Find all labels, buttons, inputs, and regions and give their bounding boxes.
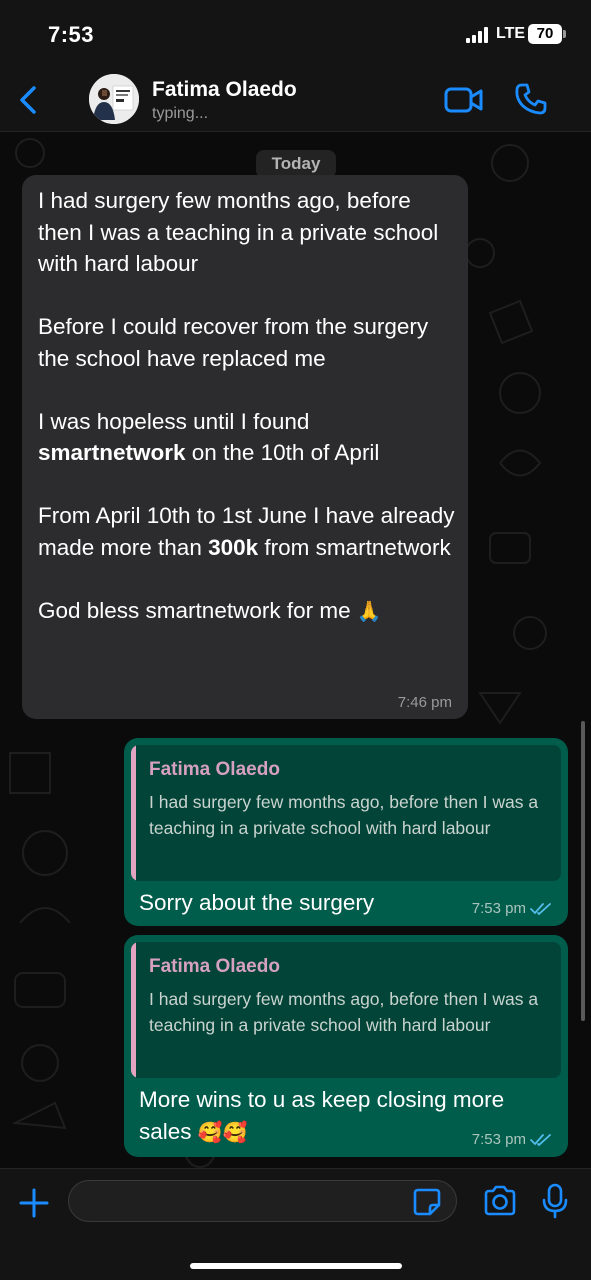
message-timestamp: 7:53 pm (471, 900, 526, 917)
message-meta: 7:53 pm (472, 900, 552, 917)
message-paragraph: I had surgery few months ago, before the… (38, 188, 445, 276)
scrollbar[interactable] (581, 721, 585, 1021)
chat-area[interactable]: Today I had surgery few months ago, befo… (0, 133, 591, 1168)
chat-header: Fatima Olaedo typing... (0, 68, 591, 132)
reply-text: Sorry about the surgery (139, 890, 375, 915)
message-paragraph: Before I could recover from the surgery … (38, 314, 435, 371)
quoted-message-text: I had surgery few months ago, before the… (149, 989, 539, 1035)
message-paragraph: from smartnetwork (258, 534, 451, 560)
phone-icon (515, 83, 547, 115)
quoted-reply[interactable]: Fatima Olaedo I had surgery few months a… (131, 745, 561, 881)
avatar[interactable] (89, 74, 139, 124)
status-bar: 7:53 LTE 70 (0, 0, 591, 68)
message-input[interactable] (68, 1180, 457, 1222)
bold-text: 300k (208, 534, 259, 560)
network-type: LTE (496, 25, 526, 42)
microphone-button[interactable] (542, 1183, 568, 1219)
signal-strength-icon (466, 27, 490, 43)
outgoing-message-bubble[interactable]: Fatima Olaedo I had surgery few months a… (124, 935, 568, 1157)
smiling-hearts-emoji: 🥰🥰 (197, 1122, 248, 1144)
avatar-image (89, 74, 139, 124)
battery-icon: 70 (528, 24, 562, 44)
home-indicator[interactable] (190, 1263, 402, 1269)
date-separator: Today (256, 150, 336, 178)
message-paragraph: on the 10th of April (185, 440, 380, 465)
battery-tip (563, 30, 566, 38)
incoming-message-text: I had surgery few months ago, before the… (38, 185, 458, 628)
sticker-icon (413, 1188, 441, 1216)
video-call-button[interactable] (444, 86, 484, 114)
video-camera-icon (444, 87, 483, 113)
typing-status: typing... (152, 105, 209, 122)
message-paragraph: I was hopeless until I found (38, 408, 316, 434)
quote-accent-bar (131, 942, 136, 1078)
sticker-button[interactable] (412, 1187, 442, 1217)
message-timestamp: 7:46 pm (397, 694, 452, 711)
plus-icon (19, 1188, 49, 1218)
quoted-sender-name: Fatima Olaedo (149, 956, 280, 977)
status-time: 7:53 (48, 22, 95, 47)
voice-call-button[interactable] (514, 82, 548, 116)
camera-icon (484, 1185, 516, 1216)
praying-hands-emoji: 🙏 (356, 600, 382, 623)
message-meta: 7:53 pm (472, 1131, 552, 1148)
back-chevron-icon (20, 86, 36, 114)
quoted-sender-name: Fatima Olaedo (149, 759, 280, 780)
incoming-message-bubble[interactable]: I had surgery few months ago, before the… (22, 175, 468, 719)
camera-button[interactable] (482, 1185, 518, 1217)
quote-accent-bar (131, 745, 136, 881)
message-paragraph: God bless smartnetwork for me (38, 597, 351, 623)
attach-button[interactable] (18, 1187, 50, 1219)
read-receipt-icon (530, 1133, 551, 1146)
back-button[interactable] (14, 82, 44, 118)
reply-text: More wins to u as keep closing more sale… (139, 1087, 505, 1144)
message-input-bar (0, 1168, 591, 1280)
bold-text: smartnetwork (38, 440, 186, 465)
read-receipt-icon (530, 902, 551, 915)
outgoing-message-bubble[interactable]: Fatima Olaedo I had surgery few months a… (124, 738, 568, 926)
microphone-icon (542, 1183, 568, 1219)
quoted-reply[interactable]: Fatima Olaedo I had surgery few months a… (131, 942, 561, 1078)
message-timestamp: 7:53 pm (471, 1131, 526, 1148)
contact-name[interactable]: Fatima Olaedo (152, 78, 297, 102)
quoted-message-text: I had surgery few months ago, before the… (149, 792, 539, 838)
